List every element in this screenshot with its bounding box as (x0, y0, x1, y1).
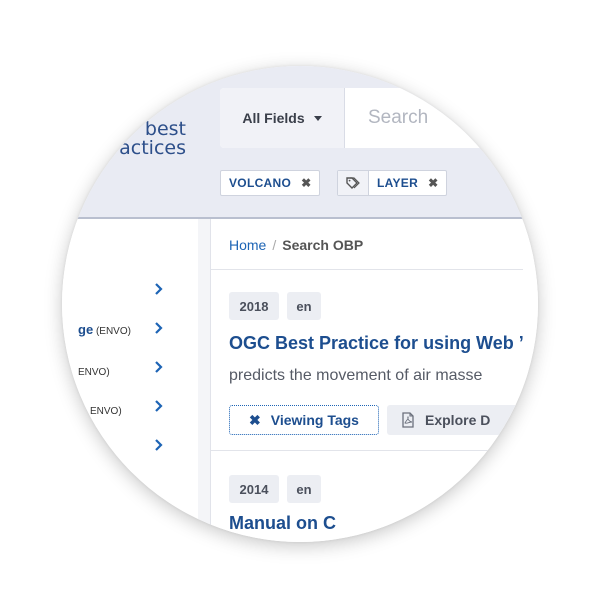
logo-line-2: actices (119, 137, 186, 159)
search-field-selector[interactable]: All Fields (220, 88, 345, 148)
header: best actices All Fields VOLCANO ✖ (62, 66, 538, 219)
sidebar-scroll-track[interactable] (198, 219, 211, 542)
magnifier-lens: best actices All Fields VOLCANO ✖ (62, 66, 538, 542)
explore-document-button[interactable]: Explore D (387, 405, 537, 435)
result-snippet: predicts the movement of air masse (229, 367, 483, 384)
breadcrumb-separator: / (272, 237, 277, 253)
breadcrumb-current: Search OBP (282, 237, 364, 253)
chevron-right-icon[interactable] (152, 438, 166, 452)
explore-label: Explore D (425, 412, 491, 428)
result-title-link[interactable]: OGC Best Practice for using Web ’ (229, 333, 524, 354)
app-canvas: best actices All Fields VOLCANO ✖ (62, 66, 538, 542)
sidebar-item-label[interactable]: ge (ENVO) (78, 322, 131, 337)
language-badge: en (287, 475, 321, 503)
page: best actices All Fields VOLCANO ✖ (0, 0, 600, 600)
chevron-right-icon[interactable] (152, 282, 166, 296)
result-title-link[interactable]: Manual on C (229, 513, 336, 534)
breadcrumb: Home / Search OBP (229, 237, 363, 253)
caret-down-icon (313, 116, 322, 121)
tag-label: LAYER (377, 176, 419, 190)
filter-sidebar: ge (ENVO) ENVO) ENVO) (62, 219, 199, 542)
close-icon: ✖ (249, 411, 261, 428)
chevron-right-icon[interactable] (152, 360, 166, 374)
tag-chip-volcano: VOLCANO ✖ (220, 170, 321, 196)
search-field-selector-label: All Fields (242, 110, 305, 126)
viewing-tags-label: Viewing Tags (270, 412, 359, 428)
divider (211, 450, 523, 451)
divider (211, 269, 523, 270)
tags-icon (338, 171, 369, 195)
tag-chip-layer: LAYER ✖ (337, 170, 448, 196)
remove-tag-icon[interactable]: ✖ (291, 176, 319, 190)
viewing-tags-button[interactable]: ✖ Viewing Tags (229, 405, 379, 435)
search-input[interactable] (344, 88, 538, 148)
chevron-right-icon[interactable] (152, 321, 166, 335)
results-panel: Home / Search OBP 2018 en OGC Best Practic… (211, 219, 538, 542)
breadcrumb-home-link[interactable]: Home (229, 237, 266, 253)
year-badge: 2014 (229, 475, 279, 503)
remove-tag-icon[interactable]: ✖ (418, 176, 446, 190)
search-bar: All Fields (220, 88, 538, 148)
tag-label: VOLCANO (229, 176, 292, 190)
year-badge: 2018 (229, 292, 279, 320)
pdf-file-icon (402, 412, 414, 428)
chevron-right-icon[interactable] (152, 399, 166, 413)
language-badge: en (287, 292, 321, 320)
sidebar-item-label[interactable]: ENVO) (90, 402, 122, 417)
site-logo[interactable]: best actices (70, 120, 186, 158)
sidebar-item-label[interactable]: ENVO) (78, 363, 110, 378)
